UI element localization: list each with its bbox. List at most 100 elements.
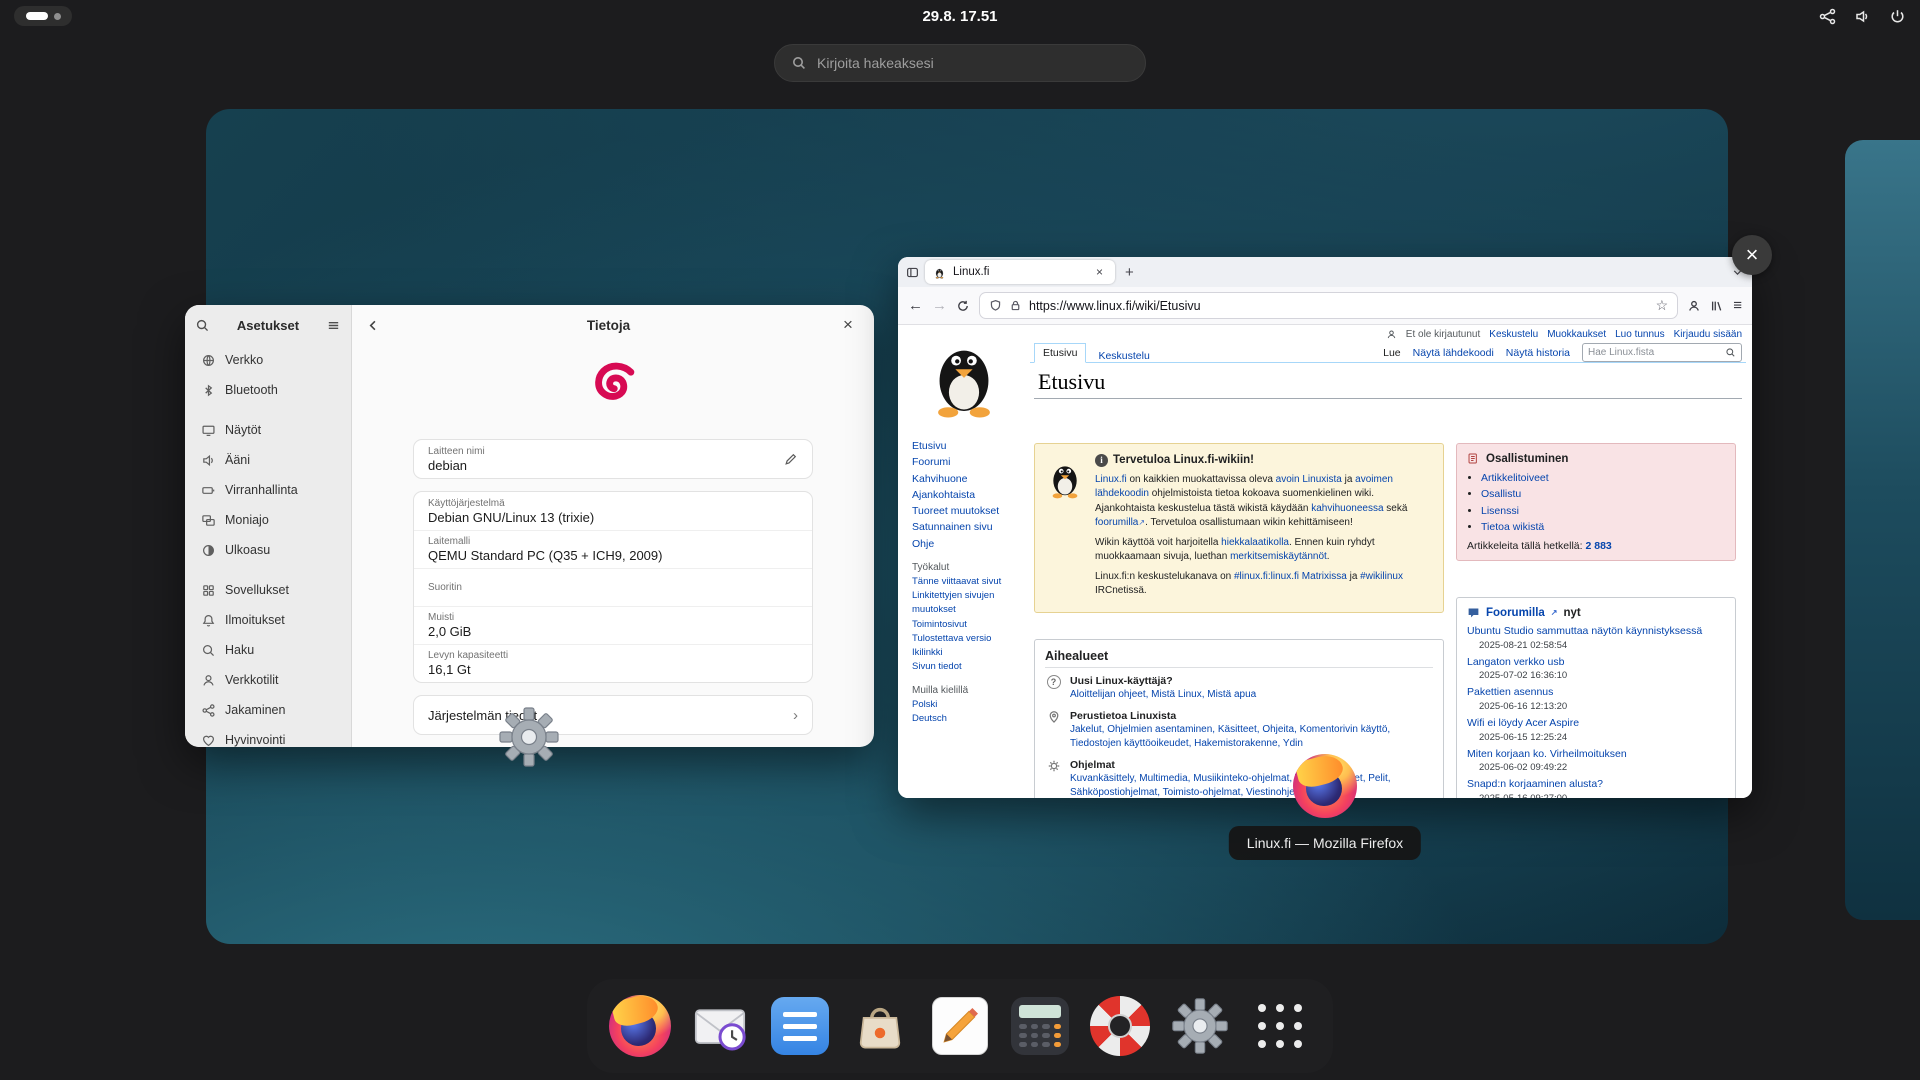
forum-post-title[interactable]: Ubuntu Studio sammuttaa näytön käynnisty…	[1467, 625, 1725, 639]
dock-icon-files[interactable]	[767, 993, 833, 1059]
forum-post-title[interactable]: Miten korjaan ko. Virheilmoituksen	[1467, 748, 1725, 762]
forum-post-title[interactable]: Pakettien asennus	[1467, 686, 1725, 700]
system-details-card[interactable]: Järjestelmän tiedot ›	[413, 695, 813, 735]
menu-icon[interactable]: ≡	[1733, 297, 1742, 314]
url-bar[interactable]: https://www.linux.fi/wiki/Etusivu ☆	[979, 292, 1678, 319]
participate-link[interactable]: Osallistu	[1481, 488, 1521, 500]
menu-icon[interactable]	[326, 318, 341, 333]
forum-post-title[interactable]: Langaton verkko usb	[1467, 656, 1725, 670]
sidebar-item-multitasking[interactable]: Moniajo	[189, 505, 347, 535]
forum-link[interactable]: Foorumilla	[1486, 607, 1545, 619]
sidebar-item-online-accounts[interactable]: Verkkotilit	[189, 665, 347, 695]
sidebar-item-network[interactable]: Verkko	[189, 345, 347, 375]
inline-link[interactable]: merkitsemiskäytännöt	[1230, 551, 1327, 562]
wiki-search-box[interactable]	[1582, 343, 1742, 362]
dock-icon-app-grid[interactable]	[1247, 993, 1313, 1059]
shell-search-input[interactable]	[817, 55, 1129, 71]
topic-links[interactable]: Aloittelijan ohjeet, Mistä Linux, Mistä …	[1070, 688, 1256, 702]
new-tab-icon[interactable]: +	[1121, 265, 1138, 280]
dock-icon-help[interactable]	[1087, 993, 1153, 1059]
personal-link[interactable]: Luo tunnus	[1615, 329, 1665, 340]
close-window-button[interactable]: ×	[1732, 235, 1772, 275]
tool-link[interactable]: Tänne viittaavat sivut	[912, 575, 1030, 589]
language-link[interactable]: Deutsch	[912, 712, 1030, 726]
search-icon[interactable]	[1725, 347, 1736, 358]
tool-link[interactable]: Tulostettava versio	[912, 632, 1030, 646]
account-icon[interactable]	[1687, 299, 1701, 313]
dock-icon-calculator[interactable]	[1007, 993, 1073, 1059]
firefox-window[interactable]: Linux.fi × + ← → https://www.linux.fi/wi…	[898, 257, 1752, 798]
sidebar-item-sharing[interactable]: Jakaminen	[189, 695, 347, 725]
firefox-app-badge[interactable]	[1293, 754, 1357, 818]
inline-link[interactable]: foorumilla	[1095, 517, 1138, 528]
sidebar-item-search[interactable]: Haku	[189, 635, 347, 665]
wiki-nav-link[interactable]: Foorumi	[912, 454, 1030, 470]
shell-search-bar[interactable]	[774, 44, 1146, 82]
dock-icon-settings[interactable]	[1167, 993, 1233, 1059]
tab-discussion[interactable]: Keskustelu	[1098, 350, 1149, 362]
tab-close-icon[interactable]: ×	[1092, 266, 1107, 278]
inline-link[interactable]: avoin	[1276, 474, 1300, 485]
forum-post-title[interactable]: Snapd:n korjaaminen alusta?	[1467, 778, 1725, 792]
forum-post-title[interactable]: Wifi ei löydy Acer Aspire	[1467, 717, 1725, 731]
forward-icon[interactable]: →	[932, 297, 947, 314]
edit-icon[interactable]	[784, 452, 798, 466]
sidebar-item-displays[interactable]: Näytöt	[189, 415, 347, 445]
system-status-area[interactable]	[1819, 8, 1906, 25]
shield-icon[interactable]	[989, 299, 1002, 312]
tab-history[interactable]: Näytä historia	[1506, 347, 1570, 359]
back-icon[interactable]	[366, 318, 381, 333]
tab-view-source[interactable]: Näytä lähdekoodi	[1413, 347, 1494, 359]
linuxfi-logo[interactable]	[918, 329, 1010, 421]
inline-link[interactable]: Linuxista	[1302, 474, 1341, 485]
wiki-nav-link[interactable]: Kahvihuone	[912, 471, 1030, 487]
tab-article[interactable]: Etusivu	[1034, 343, 1086, 363]
dock-icon-text-editor[interactable]	[927, 993, 993, 1059]
tool-link[interactable]: Sivun tiedot	[912, 660, 1030, 674]
sidebar-item-power[interactable]: Virranhallinta	[189, 475, 347, 505]
participate-link[interactable]: Lisenssi	[1481, 505, 1519, 517]
inline-link[interactable]: #linux.fi:linux.fi	[1234, 571, 1299, 582]
dock-icon-mail[interactable]	[687, 993, 753, 1059]
adjacent-workspace-preview[interactable]	[1845, 140, 1920, 920]
sidebar-item-notifications[interactable]: Ilmoitukset	[189, 605, 347, 635]
topic-links[interactable]: Kuvankäsittely, Multimedia, Musiikinteko…	[1070, 772, 1433, 798]
sidebar-item-bluetooth[interactable]: Bluetooth	[189, 375, 347, 405]
inline-link[interactable]: Linux.fi	[1095, 474, 1127, 485]
tab-read[interactable]: Lue	[1383, 347, 1401, 359]
reload-icon[interactable]	[956, 299, 970, 313]
wiki-nav-link[interactable]: Satunnainen sivu	[912, 519, 1030, 535]
settings-app-badge[interactable]	[497, 705, 561, 769]
device-name-card[interactable]: Laitteen nimi debian	[413, 439, 813, 479]
wiki-nav-link[interactable]: Etusivu	[912, 438, 1030, 454]
wiki-nav-link[interactable]: Tuoreet muutokset	[912, 503, 1030, 519]
wiki-nav-link[interactable]: Ajankohtaista	[912, 487, 1030, 503]
participate-link[interactable]: Tietoa wikistä	[1481, 521, 1544, 533]
sidebar-item-sound[interactable]: Ääni	[189, 445, 347, 475]
inline-link[interactable]: hiekkalaatikolla	[1221, 537, 1289, 548]
inline-link[interactable]: kahvihuoneessa	[1311, 503, 1383, 514]
wiki-search-input[interactable]	[1588, 347, 1721, 358]
topic-links[interactable]: Jakelut, Ohjelmien asentaminen, Käsittee…	[1070, 723, 1433, 751]
tool-link[interactable]: Toimintosivut	[912, 618, 1030, 632]
tool-link[interactable]: Linkitettyjen sivujen muutokset	[912, 589, 1030, 618]
article-count[interactable]: 2 883	[1585, 540, 1611, 552]
bookmark-star-icon[interactable]: ☆	[1656, 297, 1669, 314]
sidebar-item-wellbeing[interactable]: Hyvinvointi	[189, 725, 347, 747]
dock-icon-firefox[interactable]	[607, 993, 673, 1059]
back-icon[interactable]: ←	[908, 297, 923, 314]
firefox-view-icon[interactable]	[906, 266, 919, 279]
workspace-indicator[interactable]	[14, 6, 72, 26]
sidebar-item-apps[interactable]: Sovellukset	[189, 575, 347, 605]
clock[interactable]: 29.8. 17.51	[922, 8, 997, 25]
language-link[interactable]: Polski	[912, 698, 1030, 712]
sidebar-item-appearance[interactable]: Ulkoasu	[189, 535, 347, 565]
personal-link[interactable]: Muokkaukset	[1547, 329, 1606, 340]
tool-link[interactable]: Ikilinkki	[912, 646, 1030, 660]
participate-link[interactable]: Artikkelitoiveet	[1481, 472, 1549, 484]
close-icon[interactable]: ×	[836, 313, 860, 337]
personal-link[interactable]: Keskustelu	[1489, 329, 1538, 340]
settings-window[interactable]: Asetukset Verkko Bluetooth Näytöt Ääni V…	[185, 305, 874, 747]
library-icon[interactable]	[1710, 299, 1724, 313]
browser-tab[interactable]: Linux.fi ×	[925, 260, 1115, 284]
